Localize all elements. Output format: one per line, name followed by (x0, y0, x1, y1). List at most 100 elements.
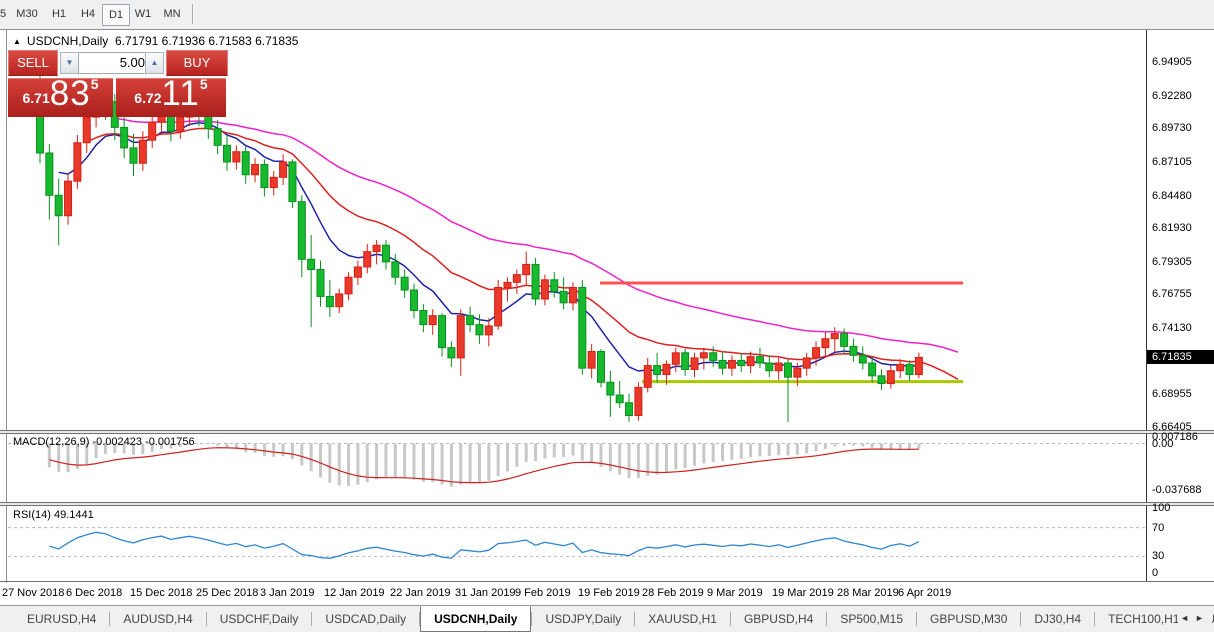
volume-input[interactable]: 5.00 (78, 52, 151, 74)
mt4-window: 5M30H1H4D1W1MN ▲USDCNH,Daily 6.71791 6.7… (0, 0, 1214, 632)
rsi-axis-label: 100 (1152, 502, 1170, 514)
candle-body (326, 296, 333, 306)
current-price-tag: 6.71835 (1147, 350, 1214, 364)
chart-tab-usdchf[interactable]: USDCHF,Daily (207, 608, 312, 630)
macd-histogram-bar (637, 444, 640, 479)
candle-body (280, 162, 287, 177)
scroll-left-icon[interactable]: ◄ (1180, 613, 1195, 623)
chart-tab-audusd[interactable]: AUDUSD,H4 (110, 608, 205, 630)
candle-body (850, 346, 857, 355)
candle-body (747, 357, 754, 366)
timeframe-button-m30[interactable]: M30 (10, 4, 44, 24)
candle-body (177, 117, 184, 131)
macd-histogram-bar (506, 444, 509, 472)
candle-body (121, 127, 128, 147)
candle-body (55, 195, 62, 215)
candle-body (420, 311, 427, 325)
candle-body (822, 339, 829, 348)
timeframe-button-h4[interactable]: H4 (74, 4, 102, 24)
candle-body (887, 371, 894, 384)
candle-body (588, 352, 595, 369)
chart-tab-usdcad[interactable]: USDCAD,Daily (312, 608, 419, 630)
candle-body (457, 316, 464, 358)
macd-histogram-bar (403, 444, 406, 479)
chart-collapse-icon[interactable]: ▲ (13, 37, 21, 46)
candle-body (859, 355, 866, 363)
chart-symbol-label: USDCNH,Daily (27, 34, 108, 48)
price-axis-label: 6.79305 (1152, 256, 1192, 268)
macd-histogram-bar (815, 444, 818, 452)
macd-histogram-bar (777, 444, 780, 456)
candle-body (382, 245, 389, 262)
macd-histogram-bar (300, 444, 303, 466)
rsi-panel-canvas[interactable] (8, 506, 1146, 580)
macd-histogram-bar (871, 444, 874, 448)
timeframe-button-h1[interactable]: H1 (44, 4, 74, 24)
macd-histogram-bar (450, 444, 453, 487)
sell-quote-box[interactable]: 6.71835 (8, 78, 113, 117)
macd-histogram-bar (787, 444, 790, 456)
rsi-bottom-border (0, 581, 1214, 582)
candle-body (317, 270, 324, 297)
macd-histogram-bar (730, 444, 733, 460)
candle-body (644, 366, 651, 388)
macd-histogram-bar (469, 444, 472, 484)
macd-histogram-bar (291, 444, 294, 459)
sell-button[interactable]: SELL (8, 50, 58, 76)
candle-body (308, 259, 315, 269)
volume-decrease-button[interactable]: ▼ (60, 52, 79, 74)
price-axis-label: 6.87105 (1152, 156, 1192, 168)
candle-body (569, 287, 576, 302)
date-axis-label: 9 Mar 2019 (707, 587, 763, 599)
date-axis-label: 25 Dec 2018 (196, 587, 258, 599)
candle-body (289, 162, 296, 202)
buy-quote-box[interactable]: 6.72115 (116, 78, 226, 117)
rsi-axis-label: 30 (1152, 550, 1164, 562)
macd-histogram-bar (917, 444, 920, 449)
candle-body (485, 326, 492, 335)
chart-tab-xauusd[interactable]: XAUUSD,H1 (635, 608, 730, 630)
macd-histogram-bar (693, 444, 696, 466)
macd-histogram-bar (413, 444, 416, 480)
buy-price-big: 11 (162, 74, 200, 113)
chart-tab-usdcnh[interactable]: USDCNH,Daily (420, 606, 531, 632)
volume-increase-button[interactable]: ▲ (145, 52, 164, 74)
timeframe-toolbar: 5M30H1H4D1W1MN (0, 0, 1214, 30)
macd-histogram-bar (740, 444, 743, 459)
buy-price-pipette: 5 (200, 76, 208, 92)
chart-tab-dj30[interactable]: DJ30,H4 (1021, 608, 1094, 630)
candle-body (495, 287, 502, 325)
timeframe-button-d1[interactable]: D1 (102, 4, 130, 26)
buy-button[interactable]: BUY (166, 50, 228, 76)
price-axis-label: 6.94905 (1152, 56, 1192, 68)
macd-axis-label: -0.037688 (1152, 484, 1202, 496)
rsi-axis-label: 0 (1152, 567, 1158, 579)
candle-body (878, 376, 885, 384)
ma-line-45 (115, 118, 958, 352)
timeframe-button-mn[interactable]: MN (158, 4, 186, 24)
macd-histogram-bar (618, 444, 621, 475)
candle-body (728, 360, 735, 368)
candle-body (242, 152, 249, 175)
tab-scroll-buttons[interactable]: ◄► (1178, 608, 1212, 628)
chart-tab-sp500[interactable]: SP500,M15 (827, 608, 916, 630)
chart-tab-usdjpy[interactable]: USDJPY,Daily (532, 608, 634, 630)
date-axis-label: 3 Jan 2019 (260, 587, 314, 599)
timeframe-button-5[interactable]: 5 (0, 4, 10, 24)
chart-tab-eurusd[interactable]: EURUSD,H4 (14, 608, 109, 630)
macd-histogram-bar (609, 444, 612, 472)
candle-body (756, 357, 763, 363)
price-axis-label: 6.76755 (1152, 288, 1192, 300)
candle-body (831, 334, 838, 339)
candle-body (214, 129, 221, 146)
macd-histogram-bar (356, 444, 359, 485)
chart-tab-gbpusd[interactable]: GBPUSD,M30 (917, 608, 1020, 630)
date-axis-label: 28 Mar 2019 (837, 587, 899, 599)
chart-tab-gbpusd[interactable]: GBPUSD,H4 (731, 608, 826, 630)
date-axis: 27 Nov 20186 Dec 201815 Dec 201825 Dec 2… (0, 583, 1214, 604)
scroll-right-icon[interactable]: ► (1195, 613, 1210, 623)
timeframe-button-w1[interactable]: W1 (128, 4, 158, 24)
candle-body (766, 363, 773, 371)
macd-histogram-bar (366, 444, 369, 483)
macd-histogram-bar (712, 444, 715, 462)
